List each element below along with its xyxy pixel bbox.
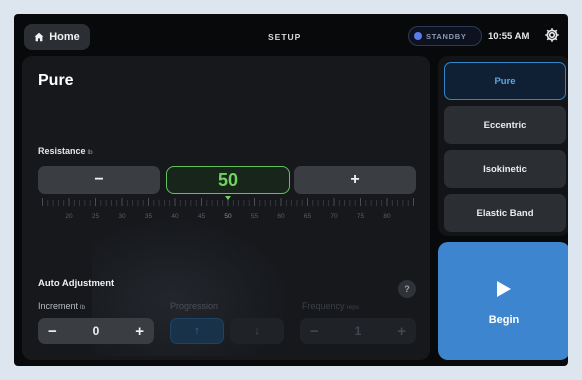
progression-label: Progression — [170, 301, 219, 311]
frequency-increase-button[interactable]: + — [397, 323, 406, 340]
help-button[interactable]: ? — [398, 280, 416, 298]
mode-option-elastic-band[interactable]: Elastic Band — [444, 194, 566, 232]
scale-label: 40 — [171, 213, 179, 220]
increment-label: Increment lb — [38, 301, 85, 311]
arrow-down-icon: ↓ — [254, 325, 260, 337]
play-icon — [497, 281, 511, 297]
auto-adjustment-title: Auto Adjustment — [38, 278, 115, 289]
frequency-label: Frequency reps — [302, 301, 359, 311]
scale-label: 80 — [383, 213, 391, 220]
resistance-decrease-button[interactable]: − — [38, 166, 160, 194]
mode-option-isokinetic[interactable]: Isokinetic — [444, 150, 566, 188]
frequency-value: 1 — [354, 324, 362, 338]
scale-label: 50 — [224, 213, 232, 220]
frequency-decrease-button[interactable]: − — [310, 323, 319, 340]
resistance-value[interactable]: 50 — [166, 166, 290, 194]
scale-label: 25 — [92, 213, 100, 220]
mode-title: Pure — [38, 72, 74, 89]
progression-up-button[interactable]: ↑ — [170, 318, 224, 344]
resistance-scale[interactable]: 20 25 30 35 40 45 50 55 60 65 70 75 80 — [38, 196, 418, 232]
mode-selector: Pure Eccentric Isokinetic Elastic Band — [438, 56, 568, 236]
frequency-stepper: − 1 + — [300, 318, 416, 344]
increment-decrease-button[interactable]: − — [48, 323, 57, 340]
increment-label-text: Increment — [38, 301, 79, 311]
mode-option-eccentric[interactable]: Eccentric — [444, 106, 566, 144]
scale-label: 55 — [251, 213, 259, 220]
increment-value: 0 — [92, 324, 100, 338]
progression-down-button[interactable]: ↓ — [230, 318, 284, 344]
scale-label: 35 — [145, 213, 153, 220]
scale-label: 70 — [330, 213, 338, 220]
home-icon — [34, 32, 44, 42]
scale-label: 30 — [118, 213, 126, 220]
home-label: Home — [49, 31, 80, 43]
begin-label: Begin — [488, 314, 520, 326]
resistance-unit: lb — [87, 149, 93, 156]
settings-panel: Pure Resistance lb − 50 + 20 25 30 35 40 45 50 5… — [22, 56, 430, 360]
status-label: STANDBY — [426, 31, 467, 41]
begin-button[interactable]: Begin — [438, 242, 568, 360]
resistance-increase-button[interactable]: + — [294, 166, 416, 194]
arrow-up-icon: ↑ — [194, 325, 200, 337]
increment-unit: lb — [80, 304, 86, 311]
scale-label: 60 — [277, 213, 285, 220]
scale-label: 20 — [65, 213, 73, 220]
resistance-label: Resistance lb — [38, 146, 93, 156]
frequency-unit: reps — [346, 304, 360, 311]
status-badge: STANDBY — [408, 26, 482, 46]
increment-stepper: − 0 + — [38, 318, 154, 344]
status-dot — [414, 32, 422, 40]
resistance-label-text: Resistance — [38, 146, 86, 156]
scale-label: 65 — [304, 213, 312, 220]
gear-icon[interactable] — [544, 27, 560, 43]
mode-option-pure[interactable]: Pure — [444, 62, 566, 100]
frequency-label-text: Frequency — [302, 301, 345, 311]
scale-label: 45 — [198, 213, 206, 220]
scale-label: 75 — [357, 213, 365, 220]
page-title: SETUP — [268, 32, 302, 42]
app-window: Home SETUP STANDBY 10:55 AM Pure Resista… — [14, 14, 568, 366]
clock: 10:55 AM — [488, 31, 530, 42]
scale-current-marker — [225, 196, 231, 200]
increment-increase-button[interactable]: + — [135, 323, 144, 340]
home-button[interactable]: Home — [24, 24, 90, 50]
